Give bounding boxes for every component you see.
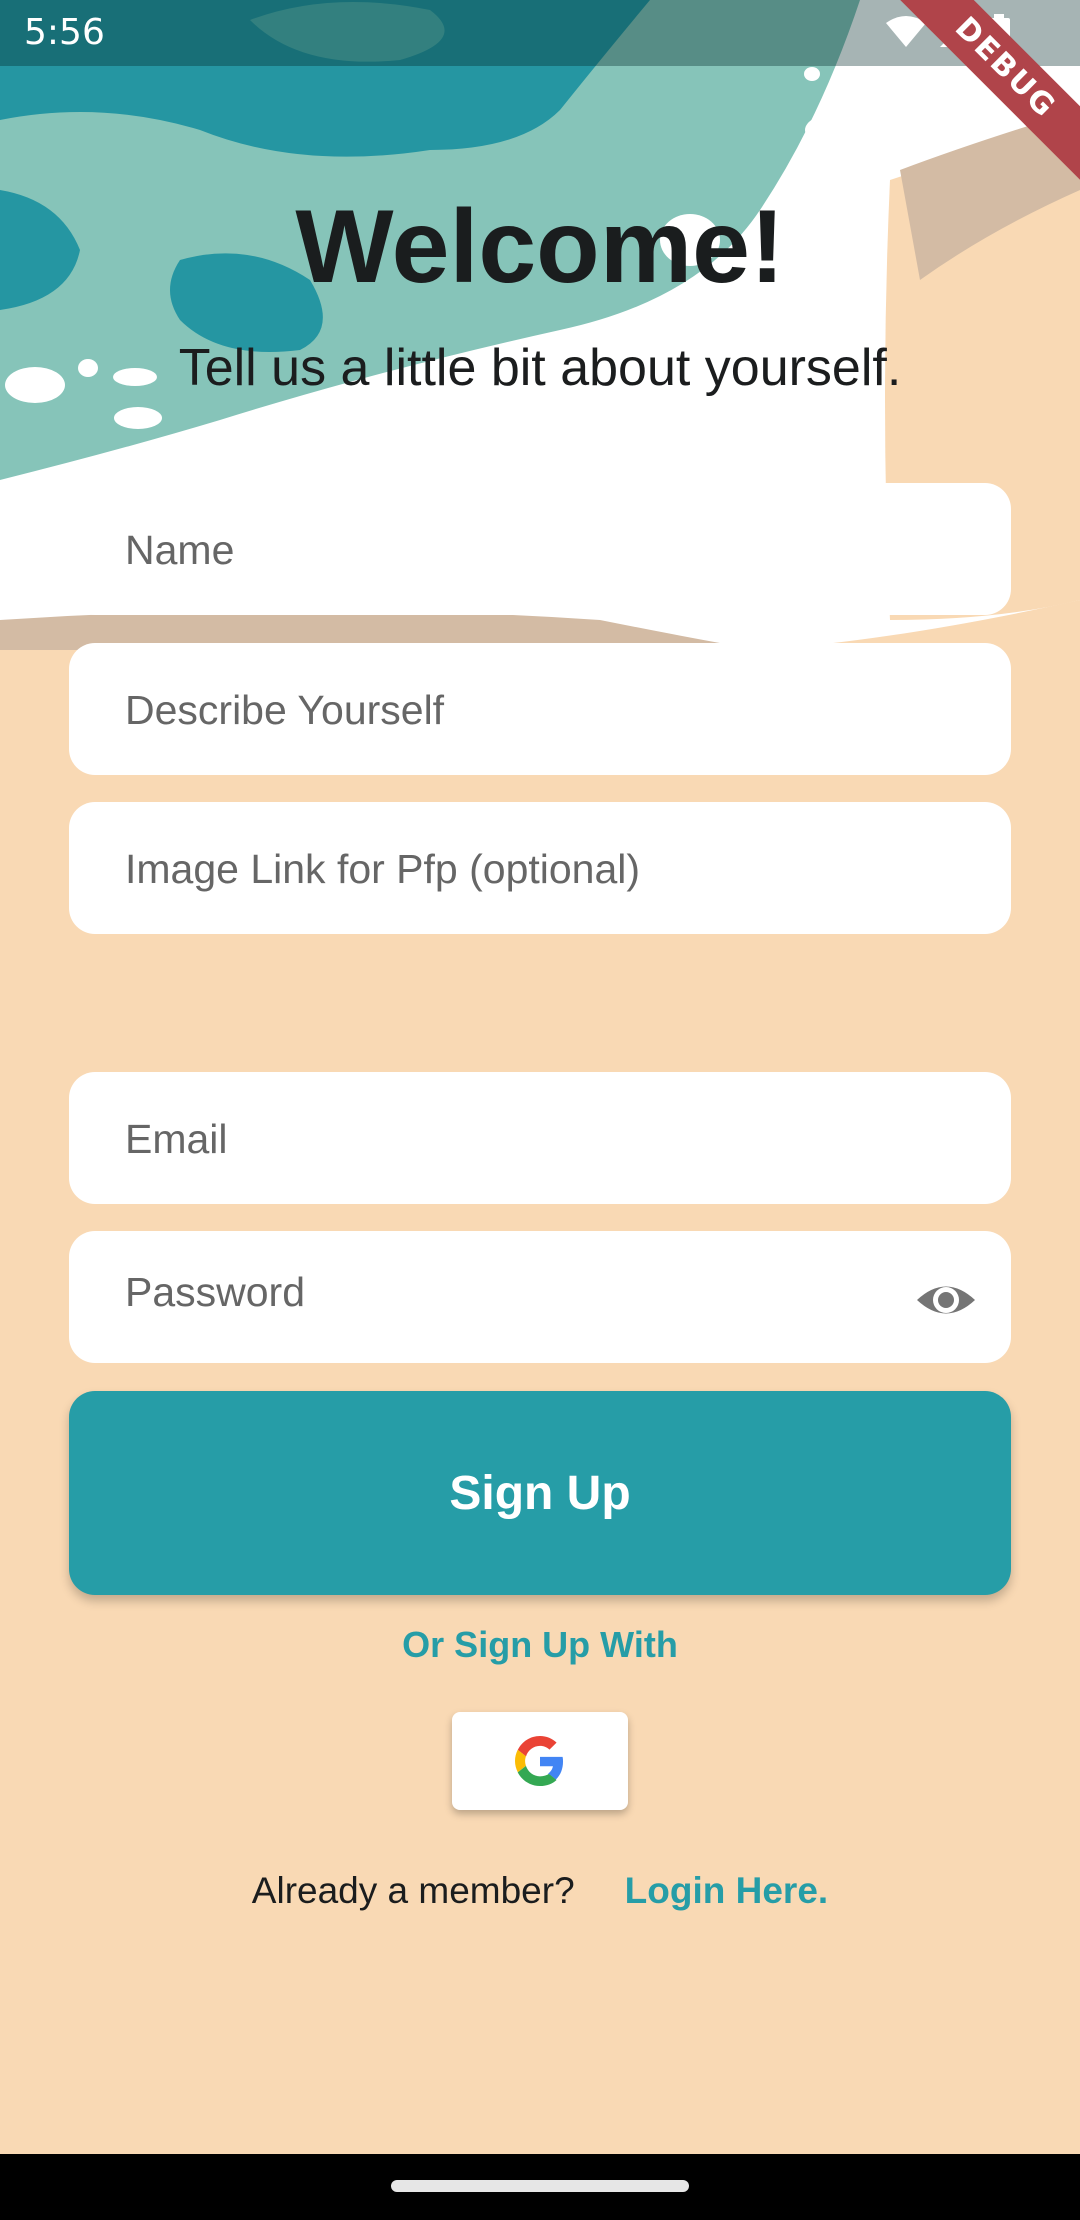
login-prompt-row: Already a member? Login Here.: [0, 1870, 1080, 1912]
or-sign-up-with-label: Or Sign Up With: [402, 1624, 678, 1665]
name-placeholder: Name: [125, 527, 235, 573]
image-link-placeholder: Image Link for Pfp (optional): [125, 846, 641, 892]
status-time: 5:56: [24, 12, 105, 53]
sign-up-label: Sign Up: [449, 1466, 631, 1520]
login-here-link[interactable]: Login Here.: [625, 1870, 829, 1912]
google-sign-in-button[interactable]: [452, 1712, 628, 1810]
email-placeholder: Email: [125, 1116, 228, 1162]
sign-up-button[interactable]: Sign Up: [69, 1391, 1011, 1595]
page-title: Welcome!: [295, 189, 785, 305]
already-member-text: Already a member?: [251, 1870, 575, 1911]
page-subtitle: Tell us a little bit about yourself.: [178, 339, 902, 397]
home-gesture-handle[interactable]: [391, 2180, 689, 2192]
password-placeholder: Password: [125, 1269, 306, 1315]
describe-yourself-field[interactable]: Describe Yourself: [69, 643, 1011, 775]
google-logo-icon: [515, 1736, 564, 1786]
password-field[interactable]: Password: [69, 1231, 1011, 1363]
visibility-eye-icon[interactable]: [915, 1269, 977, 1331]
image-link-field[interactable]: Image Link for Pfp (optional): [69, 802, 1011, 934]
name-field[interactable]: Name: [69, 483, 1011, 615]
describe-placeholder: Describe Yourself: [125, 687, 445, 733]
system-navigation-bar: [0, 2154, 1080, 2220]
email-field[interactable]: Email: [69, 1072, 1011, 1204]
